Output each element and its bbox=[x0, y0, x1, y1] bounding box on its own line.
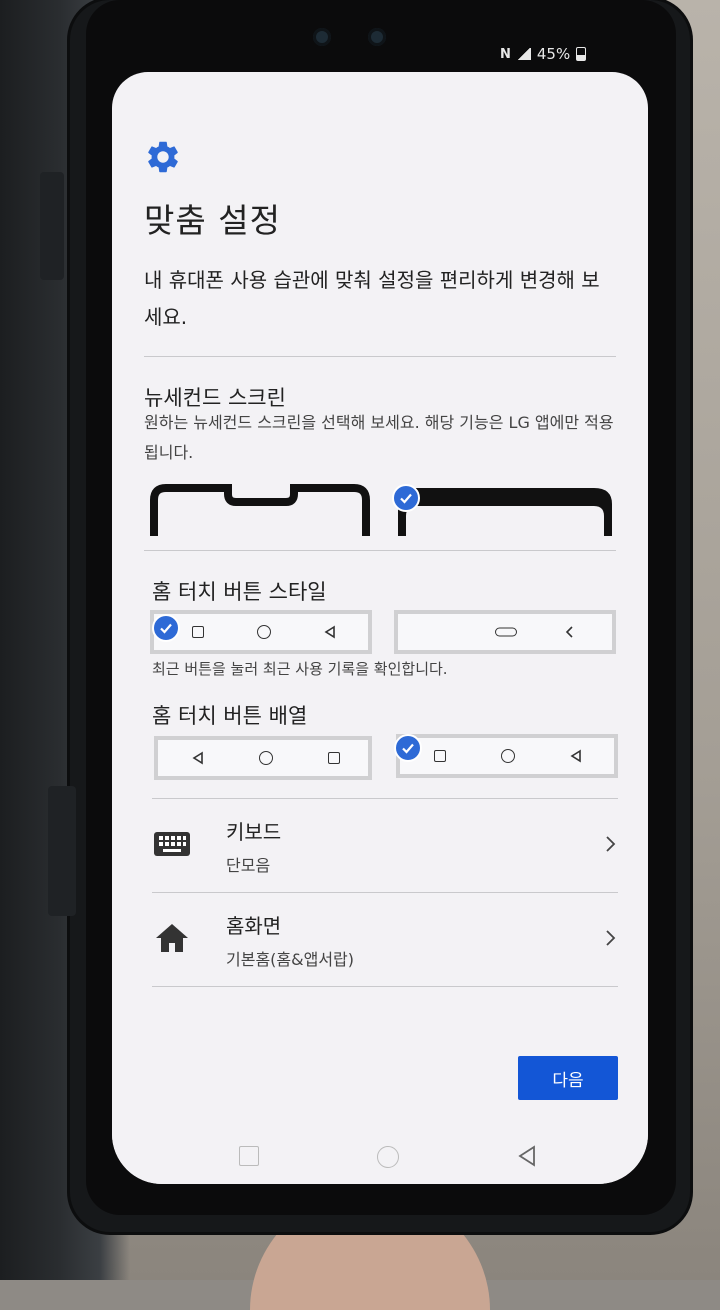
home-circle-icon bbox=[259, 751, 273, 765]
status-bar: N 45% bbox=[500, 42, 620, 66]
full-screen-preview bbox=[398, 488, 612, 536]
second-screen-option-notch[interactable] bbox=[150, 482, 370, 538]
divider bbox=[152, 892, 618, 893]
home-touch-style-option-2[interactable] bbox=[394, 610, 616, 654]
keyboard-value: 단모음 bbox=[226, 856, 271, 875]
gear-icon bbox=[148, 141, 178, 173]
divider bbox=[144, 550, 616, 551]
home-icon[interactable] bbox=[377, 1146, 399, 1168]
selected-check-icon bbox=[394, 734, 422, 762]
recents-square-icon bbox=[328, 752, 340, 764]
next-button[interactable]: 다음 bbox=[518, 1056, 618, 1100]
divider bbox=[144, 356, 616, 357]
home-touch-style-title: 홈 터치 버튼 스타일 bbox=[152, 580, 327, 604]
home-screen-value: 기본홈(홈&앱서랍) bbox=[226, 950, 355, 969]
home-circle-icon bbox=[257, 625, 271, 639]
home-pill-icon bbox=[495, 627, 517, 637]
selected-check-icon bbox=[392, 484, 420, 512]
chevron-right-icon bbox=[606, 930, 616, 946]
second-screen-option-full[interactable] bbox=[392, 482, 616, 538]
divider bbox=[152, 798, 618, 799]
home-circle-icon bbox=[501, 749, 515, 763]
home-touch-style-option-1[interactable] bbox=[150, 610, 372, 654]
back-chevron-icon bbox=[565, 626, 573, 638]
selected-check-icon bbox=[152, 614, 180, 642]
front-camera bbox=[313, 28, 331, 46]
home-touch-style-desc: 최근 버튼을 눌러 최근 사용 기록을 확인합니다. bbox=[152, 660, 448, 678]
home-icon bbox=[156, 924, 188, 952]
setup-screen: 맞춤 설정 내 휴대폰 사용 습관에 맞춰 설정을 편리하게 변경해 보세요. … bbox=[112, 72, 648, 1184]
recents-icon[interactable] bbox=[239, 1146, 259, 1166]
nfc-icon: N bbox=[500, 46, 511, 62]
keyboard-row[interactable]: 키보드 단모음 bbox=[152, 800, 618, 892]
recents-square-icon bbox=[192, 626, 204, 638]
back-triangle-icon bbox=[192, 751, 203, 765]
back-icon[interactable] bbox=[516, 1144, 538, 1168]
home-touch-order-option-1[interactable] bbox=[154, 736, 372, 780]
page-title: 맞춤 설정 bbox=[144, 201, 281, 240]
system-navigation-bar bbox=[112, 1128, 648, 1184]
back-triangle-icon bbox=[324, 625, 335, 639]
second-screen-desc: 원하는 뉴세컨드 스크린을 선택해 보세요. 해당 기능은 LG 앱에만 적용됩… bbox=[144, 413, 614, 462]
case-side-button bbox=[48, 786, 76, 916]
notch-screen-preview bbox=[150, 484, 370, 536]
home-screen-title: 홈화면 bbox=[226, 914, 282, 938]
battery-percent: 45% bbox=[536, 45, 571, 63]
signal-icon bbox=[516, 48, 531, 60]
home-touch-order-option-2[interactable] bbox=[396, 734, 618, 778]
recents-square-icon bbox=[434, 750, 446, 762]
chevron-right-icon bbox=[606, 836, 616, 852]
case-side-button bbox=[40, 172, 64, 280]
keyboard-icon bbox=[154, 832, 190, 856]
home-screen-row[interactable]: 홈화면 기본홈(홈&앱서랍) bbox=[152, 894, 618, 986]
keyboard-title: 키보드 bbox=[226, 820, 282, 844]
front-camera bbox=[368, 28, 386, 46]
back-triangle-icon bbox=[570, 749, 581, 763]
divider bbox=[152, 986, 618, 987]
home-touch-order-title: 홈 터치 버튼 배열 bbox=[152, 704, 308, 728]
battery-icon bbox=[576, 47, 587, 61]
page-subtitle: 내 휴대폰 사용 습관에 맞춰 설정을 편리하게 변경해 보세요. bbox=[144, 268, 600, 329]
